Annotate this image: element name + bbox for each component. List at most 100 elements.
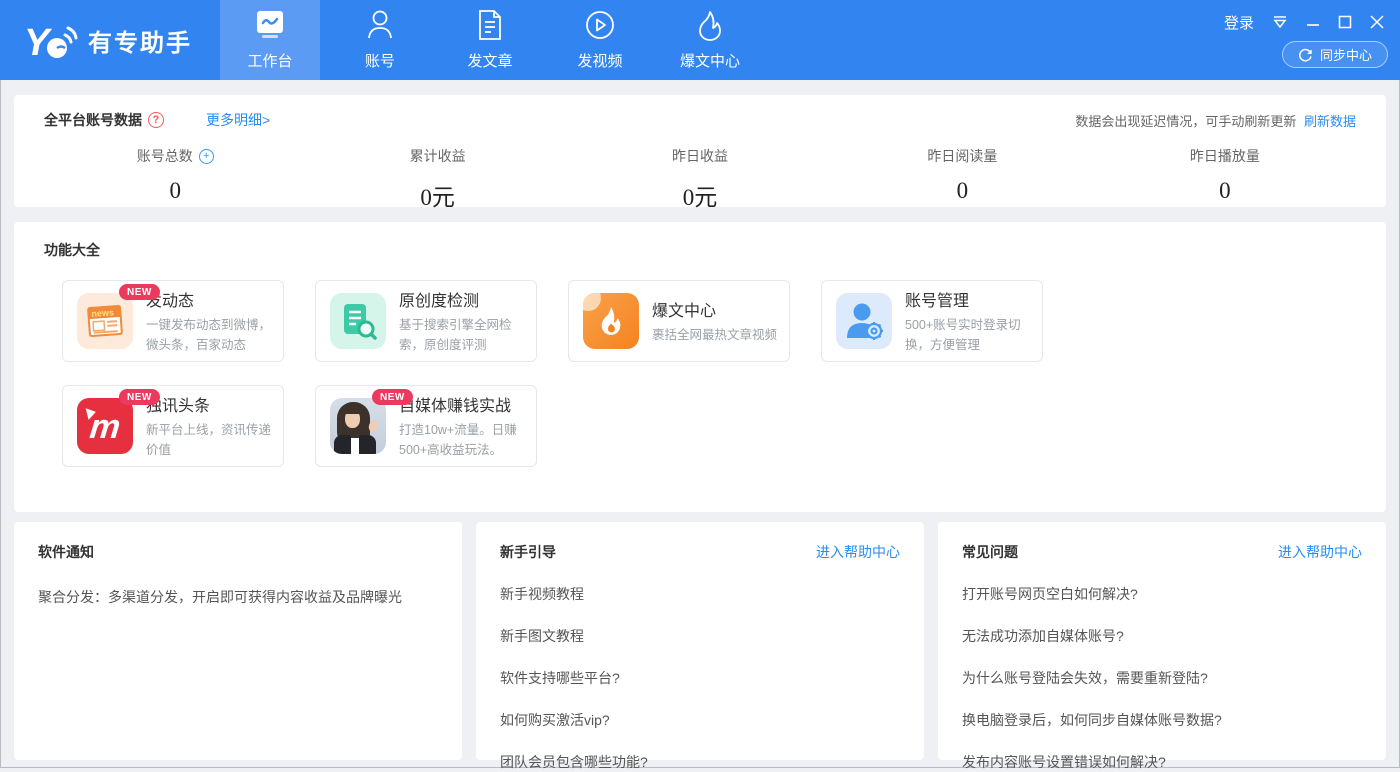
new-badge: NEW: [119, 389, 160, 405]
tab-hot-content[interactable]: 爆文中心: [660, 0, 760, 80]
feature-desc: 一键发布动态到微博，微头条，百家动态: [146, 316, 273, 355]
guide-help-center-link[interactable]: 进入帮助中心: [816, 542, 900, 562]
stat-label: 累计收益: [410, 146, 466, 166]
video-play-icon: [584, 9, 616, 41]
notice-content: 聚合分发：多渠道分发，开启即可获得内容收益及品牌曝光: [38, 587, 438, 607]
tab-publish-article[interactable]: 发文章: [440, 0, 540, 80]
stat-value: 0: [44, 178, 306, 204]
tab-workbench[interactable]: 工作台: [220, 0, 320, 80]
stat-yesterday-plays: 昨日播放量 0: [1094, 146, 1356, 212]
stat-value: 0元: [306, 178, 568, 212]
close-button[interactable]: [1370, 15, 1384, 29]
logo-yo-icon: Y: [24, 17, 78, 63]
software-notice-panel: 软件通知 聚合分发：多渠道分发，开启即可获得内容收益及品牌曝光: [14, 522, 462, 760]
features-panel: 功能大全 NEW news 发动态: [14, 222, 1386, 512]
faq-item[interactable]: 发布内容账号设置错误如何解决?: [962, 752, 1362, 772]
feature-title: 发动态: [146, 287, 273, 311]
main-nav: 工作台 账号 发文章: [220, 0, 770, 80]
login-button[interactable]: 登录: [1224, 12, 1254, 33]
guide-list: 新手视频教程 新手图文教程 软件支持哪些平台? 如何购买激活vip? 团队会员包…: [500, 584, 900, 772]
stat-label: 昨日阅读量: [927, 146, 997, 166]
feature-desc: 新平台上线，资讯传递价值: [146, 421, 273, 460]
tab-label: 工作台: [247, 50, 292, 71]
stat-label: 昨日收益: [672, 146, 728, 166]
guide-item[interactable]: 如何购买激活vip?: [500, 710, 900, 730]
faq-item[interactable]: 换电脑登录后，如何同步自媒体账号数据?: [962, 710, 1362, 730]
user-gear-icon: [836, 293, 892, 349]
guide-item[interactable]: 软件支持哪些平台?: [500, 668, 900, 688]
duxun-logo-icon: m: [77, 398, 133, 454]
feature-title: 自媒体赚钱实战: [399, 392, 526, 416]
header-bar: Y 有专助手 工作台: [0, 0, 1400, 80]
faq-list: 打开账号网页空白如何解决? 无法成功添加自媒体账号? 为什么账号登陆会失效，需要…: [962, 584, 1362, 772]
stats-row: 账号总数 + 0 累计收益 0元 昨日收益 0元 昨日阅读量 0 昨日播放量 0: [44, 146, 1356, 212]
stat-label: 昨日播放量: [1190, 146, 1260, 166]
feature-tile-account-management[interactable]: 账号管理 500+账号实时登录切换，方便管理: [821, 280, 1043, 362]
refresh-note: 数据会出现延迟情况，可手动刷新更新 刷新数据: [1075, 111, 1356, 130]
feature-tile-media-money-course[interactable]: NEW 自媒体赚钱实战 打造10w+流量。日赚500+高收益玩法。: [315, 385, 537, 467]
feature-tile-hot-content[interactable]: 爆文中心 裹括全网最热文章视频: [568, 280, 790, 362]
faq-item[interactable]: 无法成功添加自媒体账号?: [962, 626, 1362, 646]
guide-item[interactable]: 团队会员包含哪些功能?: [500, 752, 900, 772]
faq-item[interactable]: 打开账号网页空白如何解决?: [962, 584, 1362, 604]
refresh-data-link[interactable]: 刷新数据: [1304, 114, 1356, 129]
features-title: 功能大全: [44, 240, 1356, 260]
guide-title: 新手引导: [500, 542, 556, 562]
collapse-tray-icon[interactable]: [1272, 15, 1288, 29]
stat-value: 0元: [569, 178, 831, 212]
stat-value: 0: [1094, 178, 1356, 204]
tab-label: 发视频: [577, 50, 622, 71]
new-badge: NEW: [119, 284, 160, 300]
svg-text:news: news: [91, 307, 114, 319]
feature-tile-post-moments[interactable]: NEW news 发动态 一键发布动态到微博，微头条，百家动态: [62, 280, 284, 362]
feature-desc: 基于搜索引擎全网检索，原创度评测: [399, 316, 526, 355]
stats-panel: 全平台账号数据 ? 更多明细> 数据会出现延迟情况，可手动刷新更新 刷新数据 账…: [14, 95, 1386, 207]
user-icon: [365, 9, 395, 41]
guide-item[interactable]: 新手视频教程: [500, 584, 900, 604]
new-badge: NEW: [372, 389, 413, 405]
tab-accounts[interactable]: 账号: [330, 0, 430, 80]
faq-help-center-link[interactable]: 进入帮助中心: [1278, 542, 1362, 562]
bottom-panels: 软件通知 聚合分发：多渠道分发，开启即可获得内容收益及品牌曝光 新手引导 进入帮…: [14, 522, 1386, 760]
faq-panel: 常见问题 进入帮助中心 打开账号网页空白如何解决? 无法成功添加自媒体账号? 为…: [938, 522, 1386, 760]
newspaper-icon: news: [77, 293, 133, 349]
stat-value: 0: [831, 178, 1093, 204]
stat-yesterday-income: 昨日收益 0元: [569, 146, 831, 212]
document-search-icon: [330, 293, 386, 349]
stat-yesterday-reads: 昨日阅读量 0: [831, 146, 1093, 212]
notice-title: 软件通知: [38, 542, 94, 562]
feature-desc: 打造10w+流量。日赚500+高收益玩法。: [399, 421, 526, 460]
stat-total-income: 累计收益 0元: [306, 146, 568, 212]
feature-grid: NEW news 发动态 一键发布动态到微博，微头条，百家动态: [62, 280, 1356, 467]
feature-title: 独讯头条: [146, 392, 273, 416]
titlebar-controls: 登录: [1224, 0, 1400, 38]
faq-item[interactable]: 为什么账号登陆会失效，需要重新登陆?: [962, 668, 1362, 688]
more-details-link[interactable]: 更多明细>: [206, 110, 270, 130]
stats-title: 全平台账号数据: [44, 110, 142, 130]
tab-publish-video[interactable]: 发视频: [550, 0, 650, 80]
stat-total-accounts: 账号总数 + 0: [44, 146, 306, 212]
feature-title: 账号管理: [905, 287, 1032, 311]
maximize-button[interactable]: [1338, 15, 1352, 29]
beginner-guide-panel: 新手引导 进入帮助中心 新手视频教程 新手图文教程 软件支持哪些平台? 如何购买…: [476, 522, 924, 760]
guide-item[interactable]: 新手图文教程: [500, 626, 900, 646]
question-circle-icon[interactable]: ?: [148, 112, 164, 128]
add-circle-icon[interactable]: +: [199, 149, 214, 164]
faq-title: 常见问题: [962, 542, 1018, 562]
feature-desc: 裹括全网最热文章视频: [652, 326, 777, 345]
feature-tile-originality-check[interactable]: 原创度检测 基于搜索引擎全网检索，原创度评测: [315, 280, 537, 362]
app-window: { "app": { "logo_text": "有专助手", "login_l…: [0, 0, 1400, 768]
app-title: 有专助手: [88, 23, 192, 58]
minimize-button[interactable]: [1306, 16, 1320, 28]
app-logo: Y 有专助手: [0, 0, 220, 80]
flame-tile-icon: [583, 293, 639, 349]
tab-label: 账号: [365, 50, 395, 71]
portrait-photo: [330, 398, 386, 454]
flame-icon: [695, 9, 725, 41]
stats-header: 全平台账号数据 ? 更多明细> 数据会出现延迟情况，可手动刷新更新 刷新数据: [44, 110, 1356, 130]
stat-label: 账号总数: [137, 146, 193, 166]
article-icon: [476, 9, 504, 41]
refresh-icon: [1298, 47, 1313, 62]
feature-tile-duxun-toutiao[interactable]: NEW m 独讯头条 新平台上线，资讯传递价值: [62, 385, 284, 467]
sync-center-button[interactable]: 同步中心: [1282, 41, 1388, 68]
